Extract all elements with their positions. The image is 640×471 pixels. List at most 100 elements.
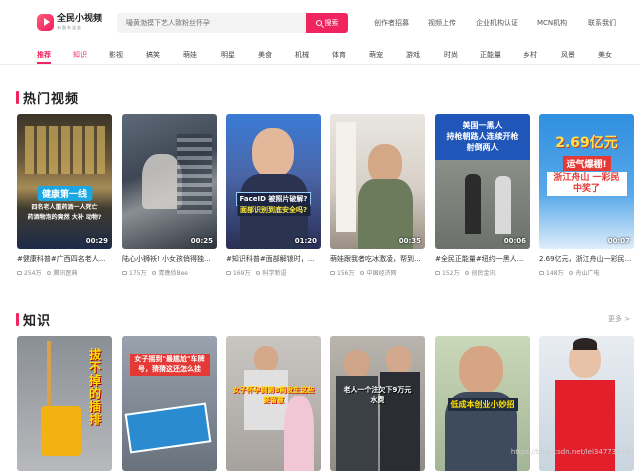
top-link-upload[interactable]: 视频上传	[428, 18, 456, 28]
view-count: 152万	[442, 268, 459, 277]
video-card[interactable]: 00:25 陆心小狮袄! 小女孩俏得独... 175万 青晚侦Bee	[122, 114, 217, 277]
category-tab[interactable]: 游戏	[406, 50, 420, 60]
play-count-icon	[17, 271, 22, 275]
video-overlay-text: 健康第一线	[37, 186, 92, 201]
play-count-icon	[122, 271, 127, 275]
category-tab[interactable]: 体育	[332, 50, 346, 60]
author-name[interactable]: 舟山广电	[575, 268, 599, 277]
category-tab[interactable]: 萌宠	[369, 50, 383, 60]
video-title[interactable]: 2.69亿元，浙江舟山一彩民...	[539, 254, 634, 264]
play-count-icon	[226, 271, 231, 275]
video-card[interactable]: 女子怀孕到第8周发生这些要留意	[226, 336, 321, 471]
video-overlay-text: 四名老人重药酒一人死亡	[31, 202, 97, 211]
video-overlay-text: 女子摇到"最尴尬"车牌号，猜猜这还怎么挂	[130, 354, 210, 376]
video-title[interactable]: #知识科普#面部解锁时，...	[226, 254, 321, 264]
author-icon	[465, 271, 469, 275]
author-icon	[360, 271, 364, 275]
knowledge-section-header: 知识	[16, 310, 51, 329]
author-name[interactable]: 中国经济网	[366, 268, 396, 277]
top-link-mcn[interactable]: MCN机构	[537, 18, 567, 28]
top-link-enterprise[interactable]: 企业机构认证	[476, 18, 518, 28]
author-name[interactable]: 腾讯医典	[53, 268, 77, 277]
category-tab[interactable]: 影视	[109, 50, 123, 60]
video-duration: 00:35	[399, 237, 421, 245]
video-duration: 01:20	[295, 237, 317, 245]
video-title[interactable]: #健康科普#广西四名老人...	[17, 254, 112, 264]
video-card[interactable]: 健康第一线 四名老人重药酒一人死亡 药酒物泡的竟然 大补 动物? 00:29 #…	[17, 114, 112, 277]
view-count: 175万	[129, 268, 146, 277]
video-overlay-text: 2.69亿元	[555, 132, 618, 152]
category-bar: 推荐 知识 影视 搞笑 萌娃 明星 美食 机械 体育 萌宠 游戏 时尚 正能量 …	[0, 45, 640, 65]
section-title: 热门视频	[23, 88, 79, 107]
active-tab-indicator	[37, 62, 51, 64]
play-count-icon	[539, 271, 544, 275]
top-link-contact[interactable]: 联系我们	[588, 18, 616, 28]
video-thumbnail[interactable]: 健康第一线 四名老人重药酒一人死亡 药酒物泡的竟然 大补 动物? 00:29	[17, 114, 112, 249]
view-count: 254万	[24, 268, 41, 277]
author-name[interactable]: 创民金讯	[471, 268, 495, 277]
category-tab[interactable]: 知识	[73, 50, 87, 60]
video-overlay-text: 低成本创业小妙招	[448, 398, 518, 411]
video-thumbnail[interactable]: 00:35	[330, 114, 425, 249]
hot-section-header: 热门视频	[16, 88, 79, 107]
video-card[interactable]: 美国一黑人 持枪朝路人连续开枪 射倒两人 00:06 #全民正能量#纽约一黑人.…	[435, 114, 530, 277]
more-link[interactable]: 更多 >	[608, 314, 630, 324]
video-thumbnail[interactable]: 老人一个注欠下9万元水费	[330, 336, 425, 471]
section-title: 知识	[23, 310, 51, 329]
view-count: 148万	[546, 268, 563, 277]
video-card[interactable]: 拔不掉的插排	[17, 336, 112, 471]
author-icon	[152, 271, 156, 275]
category-tab[interactable]: 正能量	[480, 50, 501, 60]
video-thumbnail[interactable]: 女子摇到"最尴尬"车牌号，猜猜这还怎么挂	[122, 336, 217, 471]
video-overlay-text: 持枪朝路人连续开枪	[447, 131, 519, 142]
author-icon	[569, 271, 573, 275]
category-tab[interactable]: 风景	[561, 50, 575, 60]
video-thumbnail[interactable]: 女子怀孕到第8周发生这些要留意	[226, 336, 321, 471]
video-card[interactable]: 2.69亿元 运气爆棚! 浙江舟山 一彩民中奖了 00:07 2.69亿元，浙江…	[539, 114, 634, 277]
category-tab[interactable]: 搞笑	[146, 50, 160, 60]
video-thumbnail[interactable]: 拔不掉的插排	[17, 336, 112, 471]
category-tab[interactable]: 时尚	[444, 50, 458, 60]
play-count-icon	[330, 271, 335, 275]
video-card[interactable]: 女子摇到"最尴尬"车牌号，猜猜这还怎么挂	[122, 336, 217, 471]
video-duration: 00:25	[191, 237, 213, 245]
video-overlay-text: 浙江舟山 一彩民中奖了	[547, 172, 627, 196]
view-count: 169万	[233, 268, 250, 277]
video-thumbnail[interactable]: FaceID 被照片破解? 面部识别到底安全吗? 01:20	[226, 114, 321, 249]
play-count-icon	[435, 271, 440, 275]
video-card[interactable]: 老人一个注欠下9万元水费	[330, 336, 425, 471]
top-links: 创作者招募 视频上传 企业机构认证 MCN机构 联系我们	[0, 18, 640, 28]
video-overlay-text: 老人一个注欠下9万元水费	[343, 386, 413, 406]
video-title[interactable]: 萌娃跟我者吃冰激凌，帮到...	[330, 254, 425, 264]
video-overlay-text: 女子怀孕到第8周发生这些要留意	[232, 386, 316, 406]
video-thumbnail[interactable]: 2.69亿元 运气爆棚! 浙江舟山 一彩民中奖了 00:07	[539, 114, 634, 249]
video-title[interactable]: 陆心小狮袄! 小女孩俏得独...	[122, 254, 217, 264]
category-tab[interactable]: 机械	[295, 50, 309, 60]
video-overlay-text: 射倒两人	[467, 142, 499, 153]
video-card[interactable]: FaceID 被照片破解? 面部识别到底安全吗? 01:20 #知识科普#面部解…	[226, 114, 321, 277]
video-duration: 00:06	[504, 237, 526, 245]
watermark-text: https://blog.csdn.net/lei347735794	[511, 448, 634, 456]
video-overlay-text: 运气爆棚!	[562, 156, 610, 171]
category-tab[interactable]: 推荐	[37, 50, 51, 60]
author-icon	[47, 271, 51, 275]
video-duration: 00:29	[86, 237, 108, 245]
video-overlay-text: 拔不掉的插排	[87, 348, 104, 426]
video-overlay-text: 面部识别到底安全吗?	[237, 204, 310, 216]
view-count: 156万	[337, 268, 354, 277]
category-tab[interactable]: 乡村	[523, 50, 537, 60]
category-tab[interactable]: 明星	[221, 50, 235, 60]
top-link-creator[interactable]: 创作者招募	[374, 18, 409, 28]
author-name[interactable]: 科学新语	[262, 268, 286, 277]
category-tab[interactable]: 萌娃	[183, 50, 197, 60]
video-overlay-text: 美国一黑人	[463, 120, 503, 131]
video-overlay-text: 药酒物泡的竟然 大补 动物?	[28, 212, 102, 221]
video-thumbnail[interactable]: 美国一黑人 持枪朝路人连续开枪 射倒两人 00:06	[435, 114, 530, 249]
video-duration: 00:07	[608, 237, 630, 245]
category-tab[interactable]: 美食	[258, 50, 272, 60]
video-card[interactable]: 00:35 萌娃跟我者吃冰激凌，帮到... 156万 中国经济网	[330, 114, 425, 277]
video-thumbnail[interactable]: 00:25	[122, 114, 217, 249]
category-tab[interactable]: 美女	[598, 50, 612, 60]
video-title[interactable]: #全民正能量#纽约一黑人...	[435, 254, 530, 264]
author-name[interactable]: 青晚侦Bee	[158, 268, 188, 277]
